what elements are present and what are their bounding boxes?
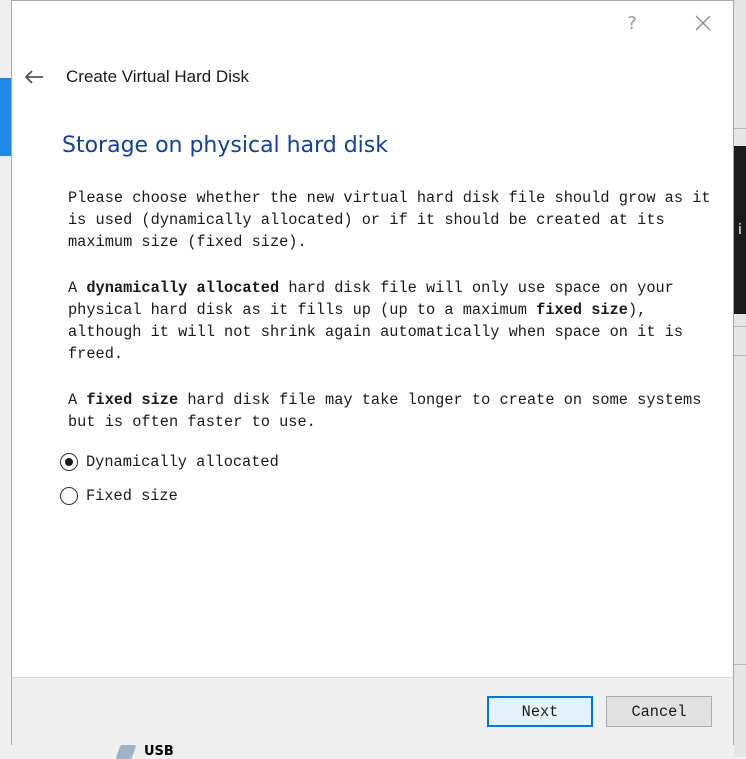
background-preview-text: i <box>738 222 742 238</box>
back-arrow-icon <box>24 70 43 84</box>
close-button[interactable] <box>688 9 718 37</box>
text-span: A <box>68 391 87 409</box>
page-heading: Storage on physical hard disk <box>62 133 388 158</box>
usb-icon <box>115 744 137 759</box>
background-divider <box>734 664 746 665</box>
help-button[interactable]: ? <box>617 9 647 37</box>
background-preview-panel: i <box>734 146 746 314</box>
radio-label[interactable]: Dynamically allocated <box>86 453 279 471</box>
radio-fixed-size[interactable]: Fixed size <box>60 487 178 505</box>
wizard-title: Create Virtual Hard Disk <box>66 67 249 86</box>
bold-term: fixed size <box>86 391 179 409</box>
text-span: A <box>68 279 87 297</box>
create-virtual-hard-disk-dialog: ? Create Virtual Hard Disk Storage on ph… <box>11 0 734 745</box>
background-divider <box>734 355 746 356</box>
intro-text: Please choose whether the new virtual ha… <box>68 189 711 251</box>
dialog-footer: Next Cancel <box>12 677 733 745</box>
bold-term: dynamically allocated <box>86 279 280 297</box>
cancel-button[interactable]: Cancel <box>606 696 712 727</box>
background-divider <box>734 128 746 129</box>
radio-dynamically-allocated[interactable]: Dynamically allocated <box>60 453 279 471</box>
bold-term: fixed size <box>536 301 628 319</box>
radio-button-checked[interactable] <box>60 453 78 471</box>
next-button[interactable]: Next <box>487 696 593 727</box>
background-window-edge <box>734 0 746 757</box>
background-divider <box>734 326 746 327</box>
back-button[interactable] <box>20 63 48 91</box>
radio-button-unchecked[interactable] <box>60 487 78 505</box>
close-icon <box>695 15 711 31</box>
radio-label[interactable]: Fixed size <box>86 487 178 505</box>
fixed-description: A fixed size hard disk file may take lon… <box>68 389 718 433</box>
dynamic-description: A dynamically allocated hard disk file w… <box>68 277 718 365</box>
help-icon: ? <box>627 12 637 34</box>
